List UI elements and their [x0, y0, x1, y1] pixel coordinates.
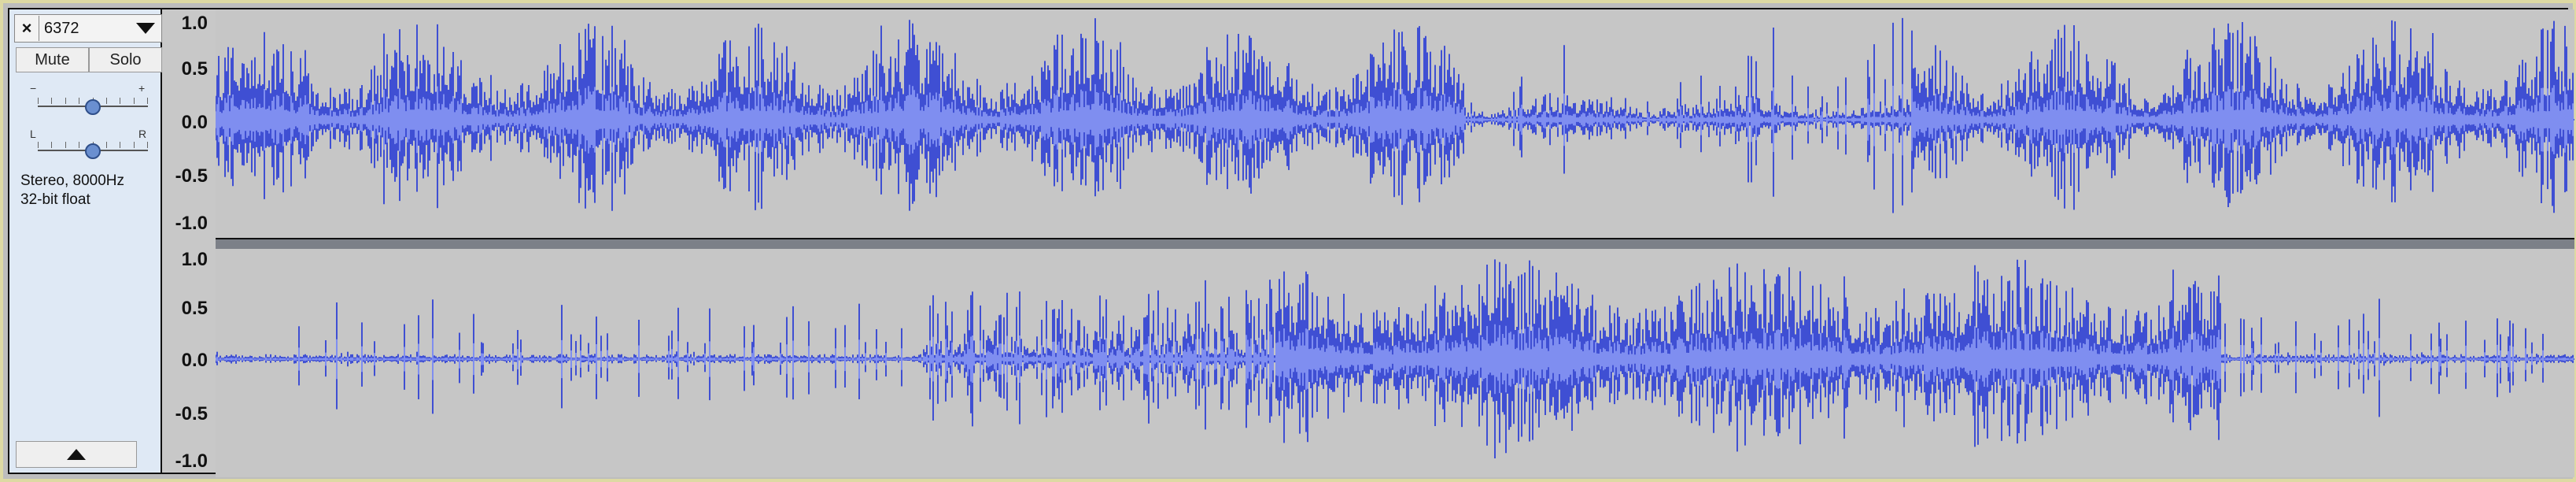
- track-control-panel[interactable]: × 6372 Mute Solo − + L R Stereo, 8000Hz: [9, 9, 162, 473]
- waveform-channel-right[interactable]: [216, 249, 2574, 477]
- chevron-up-icon: [67, 449, 86, 460]
- waveform-right[interactable]: [216, 249, 2574, 477]
- ruler-tick-top-4: -0.5: [175, 165, 208, 187]
- waveform-channel-left[interactable]: [216, 9, 2574, 238]
- ruler-tick-bottom-1: 1.0: [181, 249, 208, 270]
- waveform-left[interactable]: [216, 9, 2574, 238]
- gain-plus-label: +: [138, 82, 146, 95]
- pan-right-label: R: [138, 128, 147, 140]
- solo-button[interactable]: Solo: [89, 47, 162, 72]
- ruler-tick-bottom-5: -1.0: [175, 450, 208, 472]
- gain-minus-label: −: [30, 82, 37, 95]
- ruler-tick-top-2: 0.5: [181, 58, 208, 80]
- ruler-tick-bottom-3: 0.0: [181, 350, 208, 371]
- chevron-down-icon[interactable]: [136, 23, 155, 34]
- track-title-bar[interactable]: × 6372: [14, 14, 162, 43]
- amplitude-ruler: 1.0 0.5 0.0 -0.5 -1.0 1.0 0.5 0.0 -0.5 -…: [162, 9, 212, 473]
- ruler-tick-top-5: -1.0: [175, 213, 208, 234]
- collapse-track-button[interactable]: [16, 441, 137, 468]
- track-area: × 6372 Mute Solo − + L R Stereo, 8000Hz: [8, 8, 2574, 477]
- track-format-info: Stereo, 8000Hz 32-bit float: [20, 172, 124, 209]
- pan-slider-thumb[interactable]: [85, 143, 101, 159]
- ruler-tick-top-3: 0.0: [181, 112, 208, 133]
- ruler-tick-bottom-4: -0.5: [175, 403, 208, 425]
- pan-left-label: L: [30, 128, 36, 140]
- mute-button[interactable]: Mute: [16, 47, 89, 72]
- sample-rate-label: Stereo, 8000Hz: [20, 172, 125, 189]
- mute-solo-row: Mute Solo: [16, 47, 162, 72]
- ruler-tick-bottom-2: 0.5: [181, 298, 208, 319]
- track-name[interactable]: 6372: [39, 20, 136, 38]
- close-icon[interactable]: ×: [15, 16, 39, 41]
- gain-slider-thumb[interactable]: [85, 99, 101, 115]
- audio-track-frame: × 6372 Mute Solo − + L R Stereo, 8000Hz: [0, 0, 2576, 482]
- sample-format-label: 32-bit float: [20, 191, 90, 208]
- ruler-tick-top-1: 1.0: [181, 13, 208, 34]
